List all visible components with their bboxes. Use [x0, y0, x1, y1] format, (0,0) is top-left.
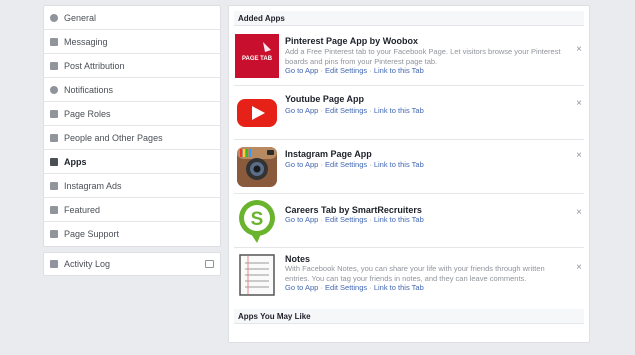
remove-app-button[interactable]: ×	[576, 150, 582, 161]
app-description: Add a Free Pinterest tab to your Faceboo…	[285, 47, 561, 66]
app-links: Go to App · Edit Settings · Link to this…	[285, 160, 424, 169]
go-to-app-link[interactable]: Go to App	[285, 215, 318, 224]
sidebar-item-label: Apps	[64, 156, 87, 167]
sidebar-item-activity-log[interactable]: Activity Log	[43, 252, 221, 276]
app-title[interactable]: Notes	[285, 254, 310, 264]
sidebar-item-page-roles[interactable]: Page Roles	[44, 102, 220, 126]
notes-app-icon	[235, 253, 279, 297]
app-row: Youtube Page App Go to App · Edit Settin…	[234, 86, 584, 140]
app-row: Notes With Facebook Notes, you can share…	[234, 248, 584, 303]
sidebar-item-label: Page Roles	[64, 108, 111, 119]
link-to-tab-link[interactable]: Link to this Tab	[374, 106, 424, 115]
added-apps-header: Added Apps	[234, 11, 584, 26]
sidebar-item-notifications[interactable]: Notifications	[44, 78, 220, 102]
globe-icon	[50, 85, 58, 94]
pinterest-app-icon: PAGE TAB	[235, 34, 279, 78]
app-icon-text: PAGE TAB	[242, 56, 273, 62]
link-to-tab-link[interactable]: Link to this Tab	[374, 160, 424, 169]
app-links: Go to App · Edit Settings · Link to this…	[285, 215, 424, 224]
go-to-app-link[interactable]: Go to App	[285, 106, 318, 115]
smartrecruiters-app-icon: S	[235, 198, 279, 243]
sidebar-item-page-support[interactable]: Page Support	[44, 222, 220, 246]
person-icon	[50, 109, 58, 118]
remove-app-button[interactable]: ×	[576, 262, 582, 273]
youtube-app-icon	[235, 91, 279, 135]
arrow-right-icon	[205, 260, 214, 268]
app-row: PAGE TAB Pinterest Page App by Woobox Ad…	[234, 31, 584, 86]
app-title[interactable]: Instagram Page App	[285, 149, 372, 159]
app-row: Instagram Page App Go to App · Edit Sett…	[234, 140, 584, 194]
messaging-icon	[50, 37, 58, 46]
app-title[interactable]: Careers Tab by SmartRecruiters	[285, 205, 422, 215]
instagram-icon	[50, 181, 58, 190]
app-icon-text: S	[251, 209, 264, 230]
gear-icon	[50, 13, 58, 22]
sidebar-item-people-and-other-pages[interactable]: People and Other Pages	[44, 126, 220, 150]
list-icon	[50, 260, 58, 268]
cube-icon	[50, 157, 58, 166]
sidebar-item-label: People and Other Pages	[64, 132, 163, 143]
sidebar-item-messaging[interactable]: Messaging	[44, 30, 220, 54]
go-to-app-link[interactable]: Go to App	[285, 283, 318, 292]
sidebar-item-instagram-ads[interactable]: Instagram Ads	[44, 174, 220, 198]
remove-app-button[interactable]: ×	[576, 207, 582, 218]
edit-settings-link[interactable]: Edit Settings	[325, 160, 367, 169]
link-to-tab-link[interactable]: Link to this Tab	[374, 283, 424, 292]
edit-settings-link[interactable]: Edit Settings	[325, 283, 367, 292]
edit-settings-link[interactable]: Edit Settings	[325, 66, 367, 75]
sidebar-item-label: General	[64, 12, 97, 23]
edit-settings-link[interactable]: Edit Settings	[325, 215, 367, 224]
facebook-icon	[50, 230, 58, 238]
sidebar-item-general[interactable]: General	[44, 6, 220, 30]
remove-app-button[interactable]: ×	[576, 98, 582, 109]
sidebar-item-featured[interactable]: Featured	[44, 198, 220, 222]
go-to-app-link[interactable]: Go to App	[285, 66, 318, 75]
flag-icon	[50, 61, 58, 70]
sidebar-item-label: Featured	[64, 204, 101, 215]
app-links: Go to App · Edit Settings · Link to this…	[285, 66, 424, 75]
sidebar-item-apps[interactable]: Apps	[44, 150, 220, 174]
app-description: With Facebook Notes, you can share your …	[285, 264, 545, 283]
sidebar-item-post-attribution[interactable]: Post Attribution	[44, 54, 220, 78]
star-icon	[50, 205, 58, 214]
app-row: S Careers Tab by SmartRecruiters Go to A…	[234, 194, 584, 248]
remove-app-button[interactable]: ×	[576, 44, 582, 55]
sidebar-item-label: Messaging	[64, 36, 108, 47]
app-links: Go to App · Edit Settings · Link to this…	[285, 283, 424, 292]
people-icon	[50, 133, 58, 142]
sidebar-item-label: Post Attribution	[64, 60, 125, 71]
sidebar-item-label: Activity Log	[64, 259, 111, 269]
settings-sidebar: General Messaging Post Attribution Notif…	[43, 5, 221, 247]
edit-settings-link[interactable]: Edit Settings	[325, 106, 367, 115]
go-to-app-link[interactable]: Go to App	[285, 160, 318, 169]
link-to-tab-link[interactable]: Link to this Tab	[374, 215, 424, 224]
apps-you-may-like-header: Apps You May Like	[234, 309, 584, 324]
instagram-app-icon	[235, 145, 279, 189]
sidebar-item-label: Instagram Ads	[64, 180, 122, 191]
sidebar-item-label: Notifications	[64, 84, 114, 95]
app-title[interactable]: Youtube Page App	[285, 94, 364, 104]
apps-panel: Added Apps PAGE TAB Pinterest Page App b…	[228, 5, 590, 343]
app-title[interactable]: Pinterest Page App by Woobox	[285, 36, 418, 46]
app-links: Go to App · Edit Settings · Link to this…	[285, 106, 424, 115]
sidebar-item-label: Page Support	[64, 229, 120, 239]
link-to-tab-link[interactable]: Link to this Tab	[374, 66, 424, 75]
